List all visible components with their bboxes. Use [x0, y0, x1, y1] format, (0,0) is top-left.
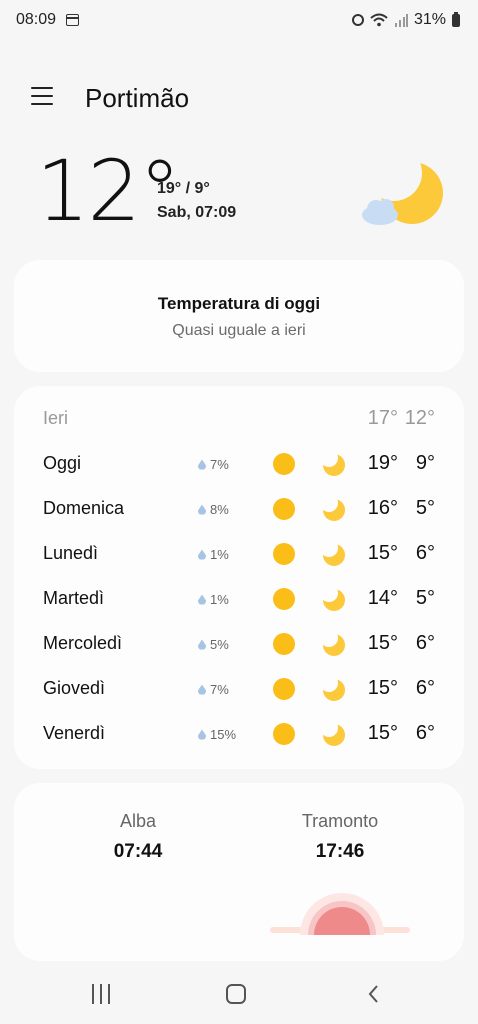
sunrise-time: 07:44 — [113, 841, 163, 862]
forecast-low: 12° — [404, 407, 435, 429]
forecast-row: Martedì 1% 14° 5° — [14, 584, 464, 614]
sun-icon — [273, 678, 295, 700]
raindrop-icon — [198, 459, 206, 470]
precipitation-chance: 8% — [198, 502, 229, 517]
forecast-high: 15° — [367, 722, 398, 744]
recents-button[interactable] — [92, 984, 114, 1004]
precipitation-value: 8% — [210, 502, 229, 517]
sunrise-block: Alba 07:44 — [58, 811, 218, 863]
forecast-low: 6° — [415, 677, 435, 699]
precipitation-value: 7% — [210, 682, 229, 697]
forecast-row: Giovedì 7% 15° 6° — [14, 674, 464, 704]
forecast-row: Mercoledì 5% 15° 6° — [14, 629, 464, 659]
summary-subtitle: Quasi uguale a ieri — [172, 322, 306, 339]
battery-icon — [452, 11, 460, 27]
precipitation-chance: 1% — [198, 547, 229, 562]
forecast-day: Lunedì — [43, 543, 99, 563]
signal-icon — [394, 13, 408, 27]
forecast-day: Giovedì — [43, 678, 106, 698]
precipitation-chance: 5% — [198, 637, 229, 652]
precipitation-chance: 7% — [198, 457, 229, 472]
moon-icon — [320, 722, 346, 753]
forecast-high: 16° — [367, 497, 398, 519]
wifi-icon — [370, 13, 388, 27]
forecast-day: Ieri — [43, 408, 69, 428]
menu-button[interactable] — [31, 87, 53, 107]
forecast-high: 15° — [367, 632, 398, 654]
forecast-row: Lunedì 1% 15° 6° — [14, 539, 464, 569]
raindrop-icon — [198, 684, 206, 695]
status-time: 08:09 — [16, 11, 57, 28]
forecast-low: 5° — [415, 587, 435, 609]
alarm-icon — [351, 14, 364, 26]
forecast-day: Mercoledì — [43, 633, 123, 653]
status-bar: 08:09 31% — [0, 0, 478, 40]
calendar-icon — [66, 14, 79, 26]
sun-icon — [273, 723, 295, 745]
forecast-row: Oggi 7% 19° 9° — [14, 449, 464, 479]
sunrise-sunset-card[interactable]: Alba 07:44 Tramonto 17:46 — [14, 783, 464, 961]
sunset-label: Tramonto — [301, 811, 379, 831]
forecast-row: Domenica 8% 16° 5° — [14, 494, 464, 524]
forecast-high: 15° — [367, 677, 398, 699]
today-summary-card[interactable]: Temperatura di oggi Quasi uguale a ieri — [14, 260, 464, 372]
moon-icon — [320, 677, 346, 708]
raindrop-icon — [198, 729, 206, 740]
city-title: Portimão — [85, 83, 190, 113]
raindrop-icon — [198, 504, 206, 515]
forecast-high: 14° — [367, 587, 398, 609]
forecast-low: 6° — [415, 632, 435, 654]
current-conditions: 12° 19° / 9° Sab, 07:09 — [0, 142, 478, 242]
system-nav-bar — [0, 970, 478, 1024]
forecast-low: 9° — [415, 452, 435, 474]
moon-icon — [320, 542, 346, 573]
precipitation-value: 1% — [210, 547, 229, 562]
forecast-row-yesterday: Ieri 17° 12° — [14, 404, 464, 434]
moon-icon — [320, 587, 346, 618]
raindrop-icon — [198, 549, 206, 560]
precipitation-value: 7% — [210, 457, 229, 472]
precipitation-value: 5% — [210, 637, 229, 652]
precipitation-chance: 1% — [198, 592, 229, 607]
precipitation-value: 1% — [210, 592, 229, 607]
forecast-low: 6° — [415, 542, 435, 564]
sun-icon — [273, 453, 295, 475]
moon-cloud-icon — [358, 157, 448, 242]
status-icons: 31% — [351, 11, 460, 29]
forecast-high: 19° — [367, 452, 398, 474]
battery-percent: 31% — [413, 11, 446, 28]
sun-icon — [273, 543, 295, 565]
home-button[interactable] — [226, 984, 246, 1004]
daily-forecast-card[interactable]: Ieri 17° 12° Oggi 7% 19° 9° Domenica 8% 16° 5° L… — [14, 386, 464, 769]
forecast-day: Venerdì — [43, 723, 106, 743]
forecast-day: Oggi — [43, 453, 82, 473]
app-header: Portimão — [0, 78, 478, 118]
forecast-high: 17° — [367, 407, 398, 429]
moon-icon — [320, 497, 346, 528]
sunset-block: Tramonto 17:46 — [260, 811, 420, 863]
summary-title: Temperatura di oggi — [157, 294, 321, 313]
current-datetime: Sab, 07:09 — [157, 204, 237, 221]
sun-icon — [273, 588, 295, 610]
sun-icon — [273, 498, 295, 520]
precipitation-chance: 15% — [198, 727, 236, 742]
sunset-time: 17:46 — [315, 841, 365, 862]
precipitation-chance: 7% — [198, 682, 229, 697]
sunrise-label: Alba — [119, 811, 157, 831]
raindrop-icon — [198, 639, 206, 650]
high-low-temperature: 19° / 9° — [157, 180, 210, 197]
moon-icon — [320, 632, 346, 663]
raindrop-icon — [198, 594, 206, 605]
back-button[interactable] — [366, 984, 382, 1004]
forecast-day: Martedì — [43, 588, 105, 608]
forecast-low: 5° — [415, 497, 435, 519]
forecast-day: Domenica — [43, 498, 125, 518]
forecast-low: 6° — [415, 722, 435, 744]
sun-icon — [273, 633, 295, 655]
moon-icon — [320, 452, 346, 483]
forecast-high: 15° — [367, 542, 398, 564]
forecast-row: Venerdì 15% 15° 6° — [14, 719, 464, 749]
precipitation-value: 15% — [210, 727, 237, 742]
